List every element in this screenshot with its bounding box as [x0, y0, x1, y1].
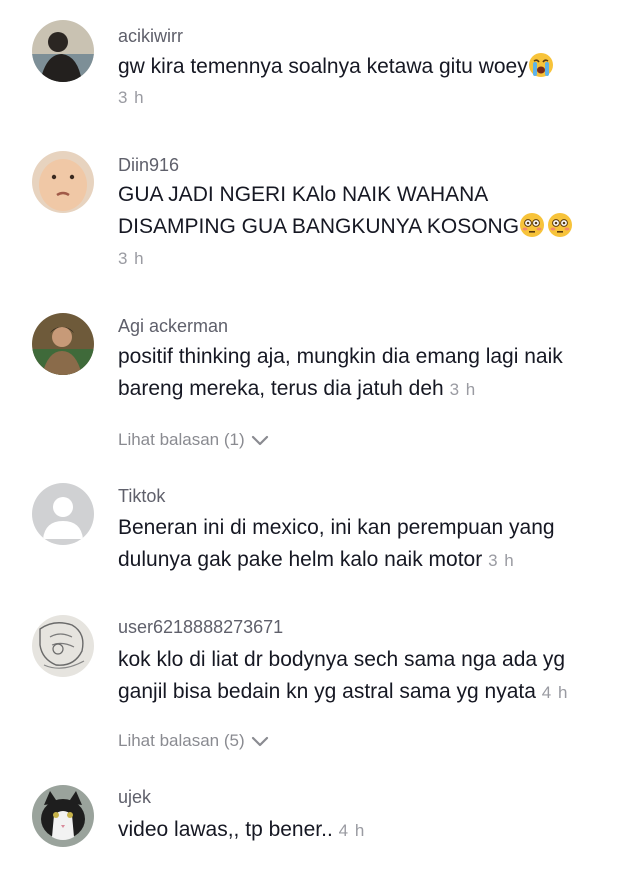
loudly-crying-face-icon — [528, 52, 554, 88]
comment-timestamp: 4 h — [541, 683, 569, 702]
comment-timestamp: 3 h — [118, 249, 145, 268]
avatar[interactable] — [32, 615, 94, 677]
comment-timestamp: 4 h — [338, 821, 366, 840]
comment-timestamp: 3 h — [118, 88, 145, 107]
comment-text-line: dulunya gak pake helm kalo naik motor — [118, 548, 483, 571]
view-replies-label: Lihat balasan (1) — [118, 430, 245, 449]
view-replies-button[interactable]: Lihat balasan (5) — [118, 731, 269, 751]
comment-text-line: kok klo di liat dr bodynya sech sama nga… — [118, 648, 566, 671]
comment-text-line: video lawas,, tp bener.. — [118, 818, 333, 841]
avatar[interactable] — [32, 313, 94, 375]
comment-username[interactable]: Agi ackerman — [118, 316, 228, 337]
comment-timestamp: 3 h — [449, 380, 477, 399]
comment-text-line: bareng mereka, terus dia jatuh deh — [118, 377, 444, 400]
comment-text: GUA JADI NGERI KAlo NAIK WAHANA DISAMPIN… — [118, 179, 623, 248]
comment-username[interactable]: Diin916 — [118, 155, 179, 176]
comment-text-line: DISAMPING GUA BANGKUNYA KOSONG — [118, 215, 520, 238]
chevron-down-icon — [251, 736, 268, 746]
view-replies-label: Lihat balasan (5) — [118, 731, 245, 750]
avatar[interactable] — [32, 483, 94, 545]
comment-text-line: ganjil bisa bedain kn yg astral sama yg … — [118, 680, 536, 703]
avatar[interactable] — [32, 20, 94, 82]
comment-text-line: positif thinking aja, mungkin dia emang … — [118, 345, 563, 368]
view-replies-button[interactable]: Lihat balasan (1) — [118, 430, 269, 450]
avatar[interactable] — [32, 151, 94, 213]
comment-text-line: GUA JADI NGERI KAlo NAIK WAHANA — [118, 183, 489, 206]
comment-text: gw kira temennya soalnya ketawa gitu woe… — [118, 51, 623, 88]
comment-text: positif thinking aja, mungkin dia emang … — [118, 341, 623, 406]
comment-text: video lawas,, tp bener.. 4 h — [118, 814, 623, 847]
comment-username[interactable]: acikiwirr — [118, 26, 183, 47]
chevron-down-icon — [251, 435, 268, 445]
flushed-face-icon — [519, 212, 573, 248]
comment-username[interactable]: user6218888273671 — [118, 617, 283, 638]
comment-text: kok klo di liat dr bodynya sech sama nga… — [118, 644, 623, 709]
comment-text-line: gw kira temennya soalnya ketawa gitu woe… — [118, 55, 528, 78]
comment-text: Beneran ini di mexico, ini kan perempuan… — [118, 512, 623, 577]
comment-timestamp: 3 h — [488, 551, 515, 570]
comment-text-line: Beneran ini di mexico, ini kan perempuan… — [118, 516, 555, 539]
avatar[interactable] — [32, 785, 94, 847]
comment-username[interactable]: ujek — [118, 787, 151, 808]
comment-username[interactable]: Tiktok — [118, 486, 165, 507]
